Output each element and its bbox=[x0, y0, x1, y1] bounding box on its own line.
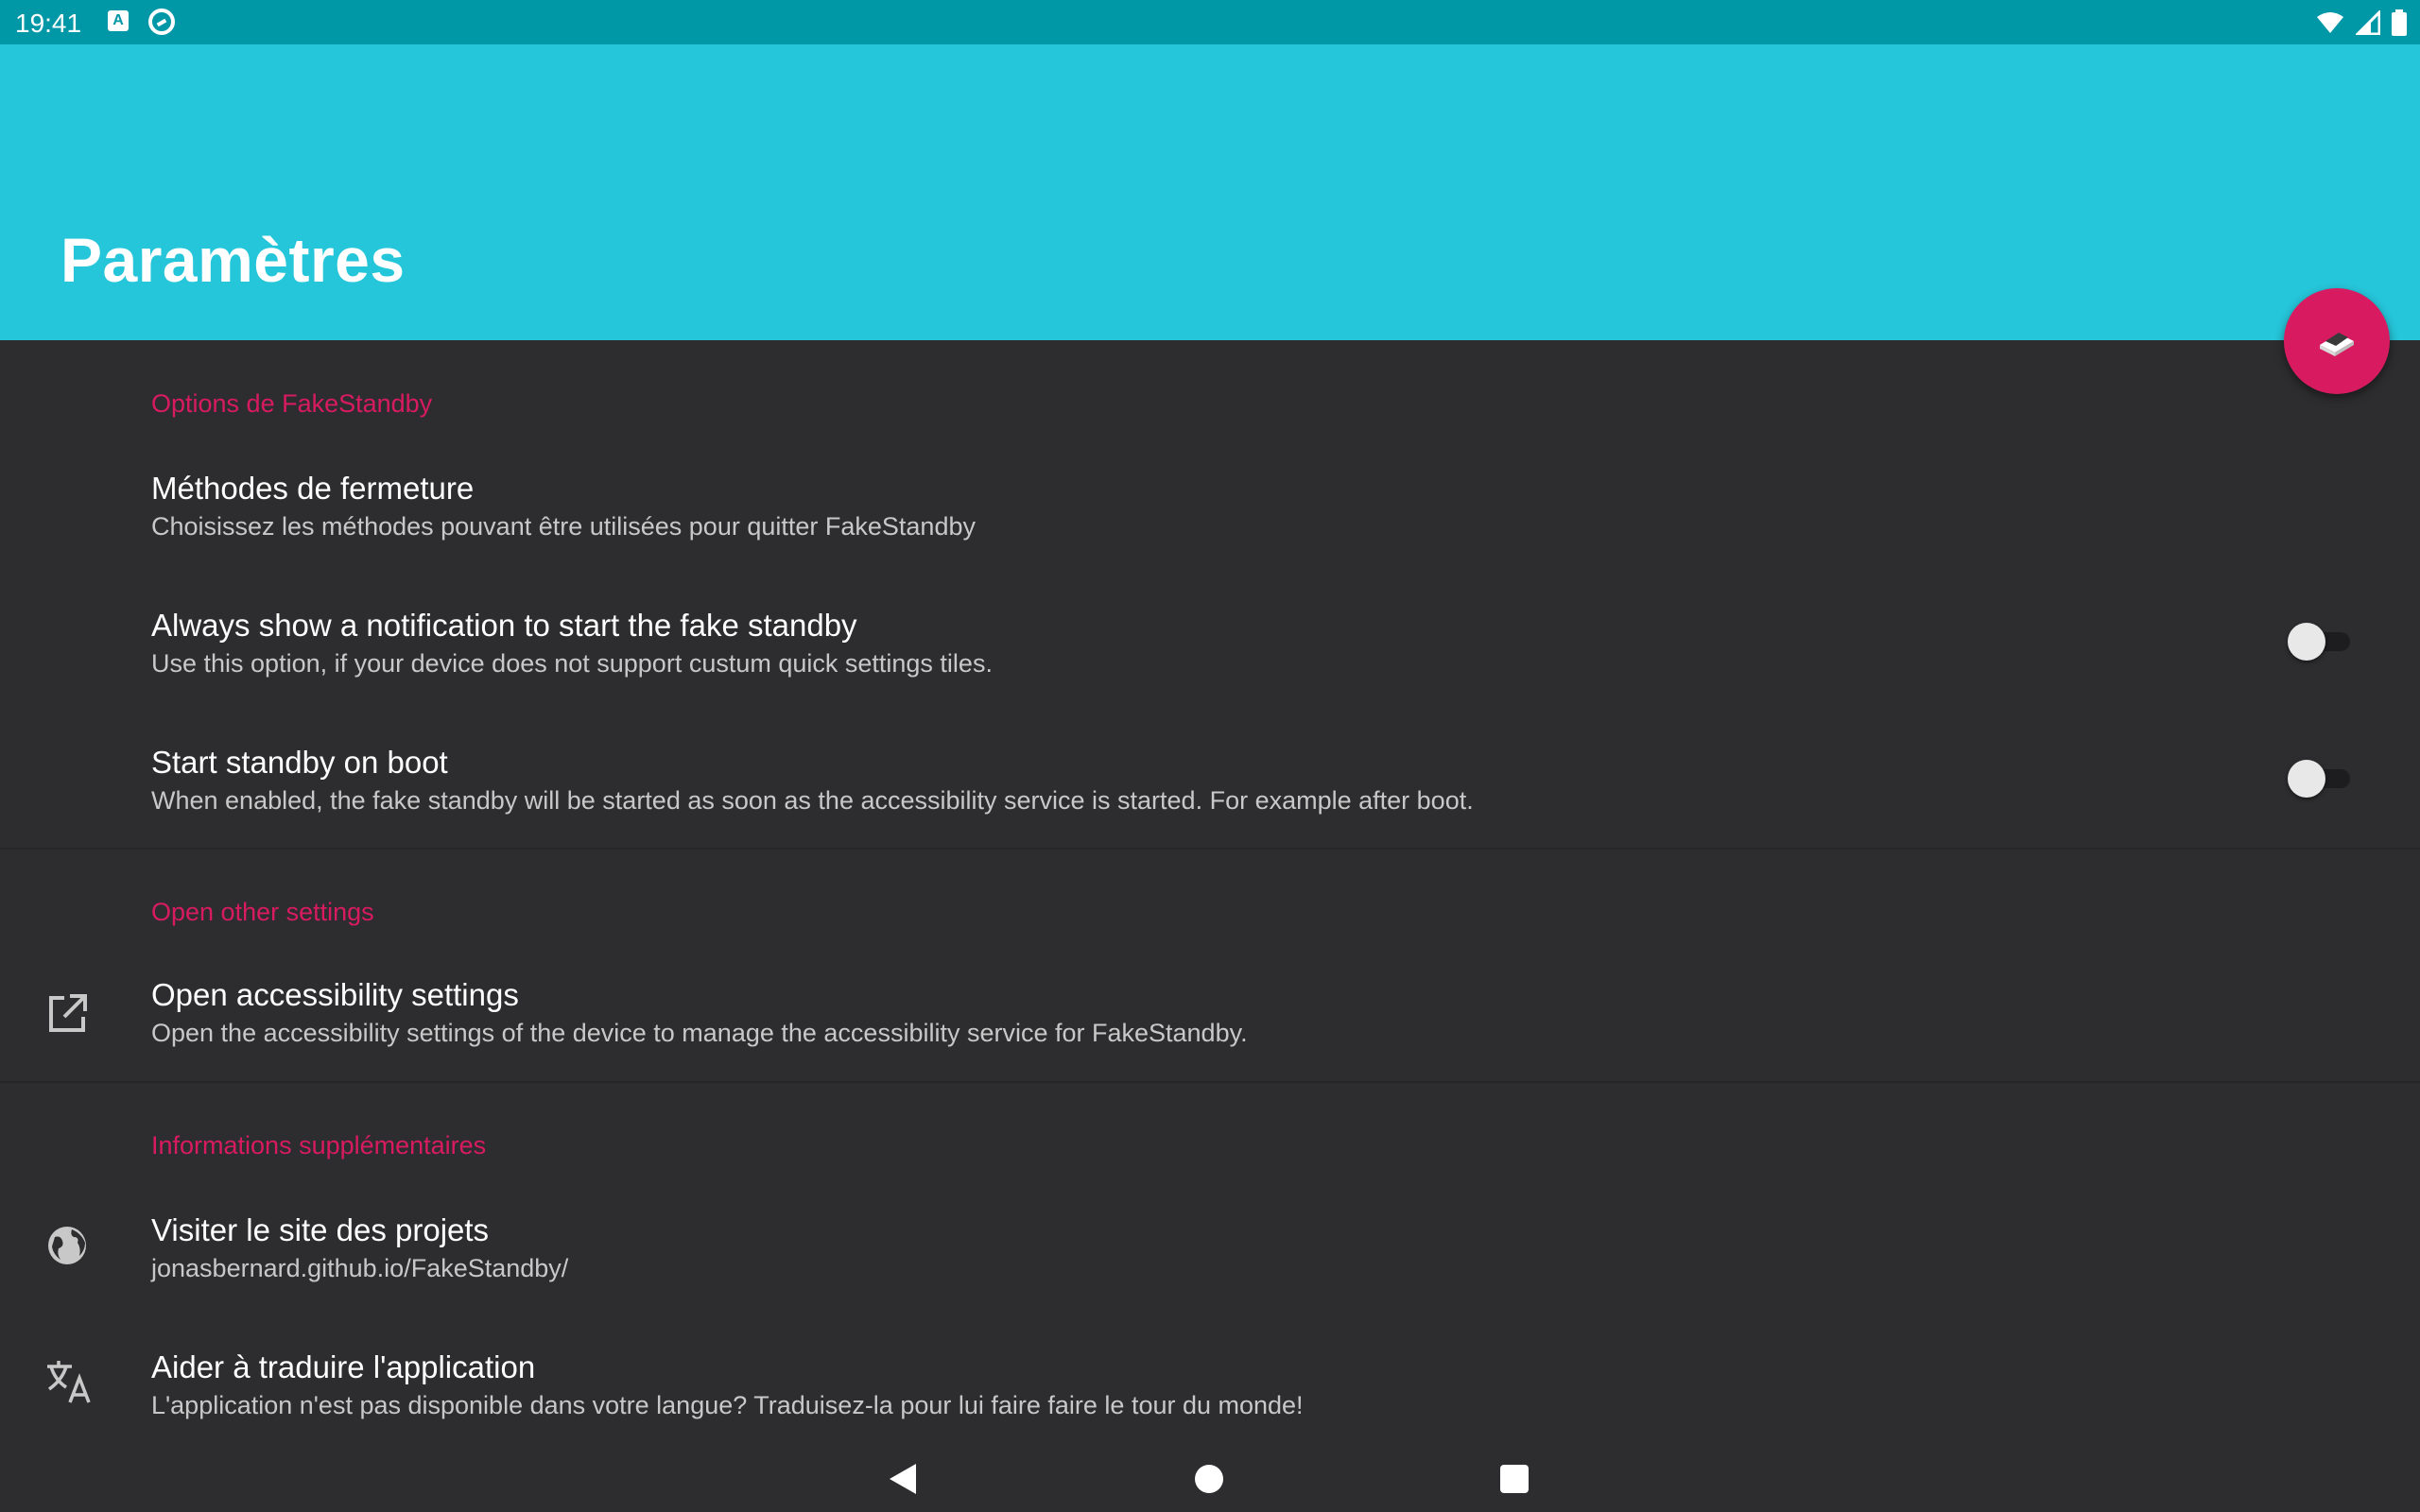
open-external-icon bbox=[49, 994, 87, 1032]
status-bar: 19:41 A bbox=[0, 0, 2420, 44]
pref-summary: When enabled, the fake standby will be s… bbox=[151, 786, 1474, 815]
app-bar: Paramètres bbox=[0, 44, 2420, 340]
status-time: 19:41 bbox=[15, 9, 82, 38]
pref-summary: Use this option, if your device does not… bbox=[151, 649, 993, 678]
battery-icon bbox=[2392, 9, 2407, 36]
pref-summary: L'application n'est pas disponible dans … bbox=[151, 1391, 1304, 1419]
signal-icon bbox=[2356, 10, 2380, 35]
sync-icon bbox=[148, 9, 175, 35]
pref-title: Always show a notification to start the … bbox=[151, 608, 857, 643]
start-standby-fab[interactable] bbox=[2284, 288, 2390, 394]
home-icon[interactable] bbox=[1195, 1465, 1223, 1493]
pref-visit-website[interactable]: Visiter le site des projets jonasbernard… bbox=[0, 1186, 2420, 1318]
a-notification-icon: A bbox=[108, 10, 129, 31]
section-divider bbox=[0, 1081, 2420, 1083]
pref-always-notification[interactable]: Always show a notification to start the … bbox=[0, 581, 2420, 718]
standby-icon bbox=[2320, 333, 2354, 356]
pref-summary: Open the accessibility settings of the d… bbox=[151, 1019, 1248, 1047]
recents-icon[interactable] bbox=[1500, 1465, 1529, 1493]
always-notification-switch[interactable] bbox=[2288, 623, 2354, 661]
pref-closing-methods[interactable]: Méthodes de fermeture Choisissez les mét… bbox=[0, 444, 2420, 576]
pref-title: Open accessibility settings bbox=[151, 977, 519, 1012]
pref-title: Méthodes de fermeture bbox=[151, 471, 475, 506]
section-header-other: Open other settings bbox=[151, 898, 374, 926]
switch-thumb bbox=[2288, 623, 2325, 661]
pref-summary: Choisissez les méthodes pouvant être uti… bbox=[151, 512, 976, 541]
section-header-options: Options de FakeStandby bbox=[151, 389, 433, 418]
pref-summary: jonasbernard.github.io/FakeStandby/ bbox=[151, 1254, 569, 1282]
pref-title: Visiter le site des projets bbox=[151, 1212, 490, 1247]
globe-icon bbox=[48, 1227, 86, 1264]
page-title: Paramètres bbox=[60, 225, 406, 295]
pref-title: Start standby on boot bbox=[151, 745, 448, 780]
back-icon[interactable] bbox=[886, 1460, 920, 1498]
standby-on-boot-switch[interactable] bbox=[2288, 760, 2354, 798]
translate-icon bbox=[47, 1361, 91, 1403]
pref-accessibility-settings[interactable]: Open accessibility settings Open the acc… bbox=[0, 954, 2420, 1082]
pref-standby-on-boot[interactable]: Start standby on boot When enabled, the … bbox=[0, 718, 2420, 846]
section-header-info: Informations supplémentaires bbox=[151, 1131, 487, 1160]
navigation-bar bbox=[0, 1446, 2420, 1512]
section-divider bbox=[0, 848, 2420, 850]
pref-title: Aider à traduire l'application bbox=[151, 1349, 536, 1384]
pref-translate-app[interactable]: Aider à traduire l'application L'applica… bbox=[0, 1323, 2420, 1446]
wifi-icon bbox=[2317, 12, 2343, 33]
status-right-icons bbox=[2316, 9, 2407, 36]
switch-thumb bbox=[2288, 760, 2325, 798]
